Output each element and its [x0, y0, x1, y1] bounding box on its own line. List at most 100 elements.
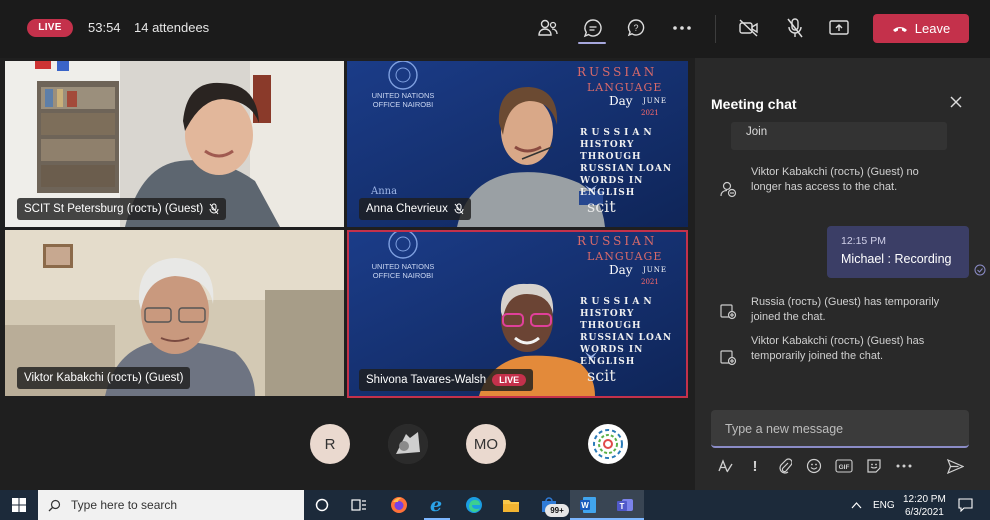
message-text: Michael : Recording [841, 252, 952, 266]
internet-explorer-icon[interactable]: e [426, 494, 446, 516]
slide-title-2: LANGUAGE [587, 81, 663, 94]
search-icon [48, 499, 61, 511]
slide-title: RUSSIAN [577, 65, 658, 79]
sent-check-icon [974, 264, 986, 276]
slide-title: RUSSIAN [577, 234, 658, 248]
slide-subtitle: Russian history through Russian loan wor… [580, 297, 673, 367]
input-language[interactable]: ENG [873, 500, 895, 511]
chat-join-icon [720, 350, 737, 366]
teams-icon[interactable]: T [615, 495, 635, 515]
svg-text:T: T [620, 502, 625, 511]
important-icon[interactable]: ! [746, 457, 764, 475]
file-explorer-icon[interactable] [501, 495, 521, 515]
clock-date: 6/3/2021 [904, 507, 944, 518]
participant-name-tag: Anna Chevrieux [359, 198, 471, 220]
teams-meeting-window: LIVE 53:54 14 attendees ? Leave SCIT St … [0, 0, 990, 490]
close-icon[interactable] [949, 95, 963, 109]
notifications-icon[interactable] [955, 495, 975, 515]
taskbar-clock[interactable]: 12:20 PM 6/3/2021 [903, 493, 946, 519]
slide-name-caption: Anna [371, 186, 398, 197]
own-message-bubble[interactable]: 12:15 PM Michael : Recording [827, 226, 969, 278]
scit-logo-text: scit [587, 197, 616, 216]
send-icon[interactable] [946, 457, 964, 475]
un-caption: UNITED NATIONS OFFICE NAIROBI [371, 262, 435, 280]
meeting-timer: 53:54 [88, 20, 121, 35]
message-time: 12:15 PM [841, 235, 886, 247]
slide-date: JUNE [643, 97, 667, 105]
qna-icon[interactable]: ? [624, 15, 650, 41]
slide-year: 2021 [641, 109, 659, 117]
video-tile-anna[interactable]: UNITED NATIONS OFFICE NAIROBI RUSSIAN LAN… [347, 61, 688, 227]
muted-mic-icon [209, 203, 219, 215]
system-message: Viktor Kabakchi (гость) (Guest) no longe… [751, 166, 919, 193]
svg-text:W: W [581, 501, 589, 510]
more-options-icon[interactable] [669, 15, 695, 41]
participant-name: Anna Chevrieux [366, 203, 448, 215]
slide-date: JUNE [643, 266, 667, 274]
avatar-photo[interactable] [388, 424, 428, 464]
slide-title-3: Day [609, 94, 633, 108]
participant-name-tag: SCIT St Petersburg (гость) (Guest) [17, 198, 227, 220]
slide-year: 2021 [641, 278, 659, 286]
leave-label: Leave [914, 21, 951, 36]
edge-icon[interactable] [464, 495, 484, 515]
video-tile-shivona[interactable]: UNITED NATIONS OFFICE NAIROBI RUSSIAN LAN… [347, 230, 688, 398]
live-indicator: LIVE [27, 19, 73, 37]
search-placeholder: Type here to search [71, 498, 178, 512]
leave-button[interactable]: Leave [873, 14, 969, 43]
cortana-icon[interactable] [312, 495, 332, 515]
meeting-chat-panel: Meeting chat Join Viktor Kabakchi (гость… [695, 58, 990, 490]
partial-chat-message: Join [731, 122, 947, 150]
svg-text:GIF: GIF [839, 464, 850, 471]
people-icon[interactable] [535, 15, 561, 41]
participant-name: Shivona Tavares-Walsh [366, 374, 487, 386]
sticker-icon[interactable] [865, 457, 883, 475]
gif-icon[interactable]: GIF [835, 457, 853, 475]
taskbar-search-box[interactable]: Type here to search [38, 490, 304, 520]
participant-name-tag: Shivona Tavares-Walsh LIVE [359, 369, 534, 391]
un-caption: UNITED NATIONS OFFICE NAIROBI [371, 91, 435, 109]
chat-active-indicator [578, 42, 606, 44]
svg-text:?: ? [633, 23, 638, 33]
live-badge: LIVE [492, 374, 527, 386]
camera-off-icon[interactable] [736, 15, 762, 41]
emoji-icon[interactable] [805, 457, 823, 475]
video-tile-scit[interactable]: SCIT St Petersburg (гость) (Guest) [5, 61, 344, 227]
participant-name-tag: Viktor Kabakchi (гость) (Guest) [17, 367, 191, 389]
participant-name: Viktor Kabakchi (гость) (Guest) [24, 372, 184, 384]
person-remove-icon [720, 181, 737, 198]
word-icon[interactable]: W [578, 495, 598, 515]
notification-badge: 99+ [545, 504, 569, 517]
mic-off-icon[interactable] [782, 15, 808, 41]
muted-mic-icon [454, 203, 464, 215]
scit-logo-text: scit [587, 366, 616, 385]
chevron-up-icon[interactable] [846, 495, 866, 515]
windows-taskbar: Type here to search e 99+ W T ENG 12:20 … [0, 490, 990, 520]
system-message: Viktor Kabakchi (гость) (Guest) has temp… [751, 335, 925, 362]
chat-icon[interactable] [580, 15, 606, 41]
format-icon[interactable] [716, 457, 734, 475]
avatar-r[interactable]: R [310, 424, 350, 464]
video-tile-viktor[interactable]: Viktor Kabakchi (гость) (Guest) [5, 230, 344, 396]
avatar-logo[interactable] [588, 424, 628, 464]
task-view-icon[interactable] [349, 495, 369, 515]
avatar-mo[interactable]: MO [466, 424, 506, 464]
toolbar-separator [715, 15, 716, 43]
slide-title-3: Day [609, 263, 633, 277]
chat-join-icon [720, 304, 737, 320]
attach-icon[interactable] [776, 457, 794, 475]
hang-up-icon [892, 26, 907, 32]
slide-title-2: LANGUAGE [587, 250, 663, 263]
message-compose-box[interactable]: Type a new message [711, 410, 969, 448]
system-message: Russia (гость) (Guest) has temporarily j… [751, 296, 940, 323]
compose-placeholder: Type a new message [725, 422, 844, 436]
firefox-icon[interactable] [389, 495, 409, 515]
meeting-top-bar: LIVE 53:54 14 attendees ? Leave [0, 0, 990, 58]
more-compose-options-icon[interactable] [895, 457, 913, 475]
clock-time: 12:20 PM [903, 494, 946, 505]
windows-start-icon[interactable] [9, 495, 29, 515]
share-screen-icon[interactable] [826, 15, 852, 41]
participant-name: SCIT St Petersburg (гость) (Guest) [24, 203, 204, 215]
attendee-count[interactable]: 14 attendees [134, 20, 209, 35]
chat-title: Meeting chat [711, 96, 797, 112]
